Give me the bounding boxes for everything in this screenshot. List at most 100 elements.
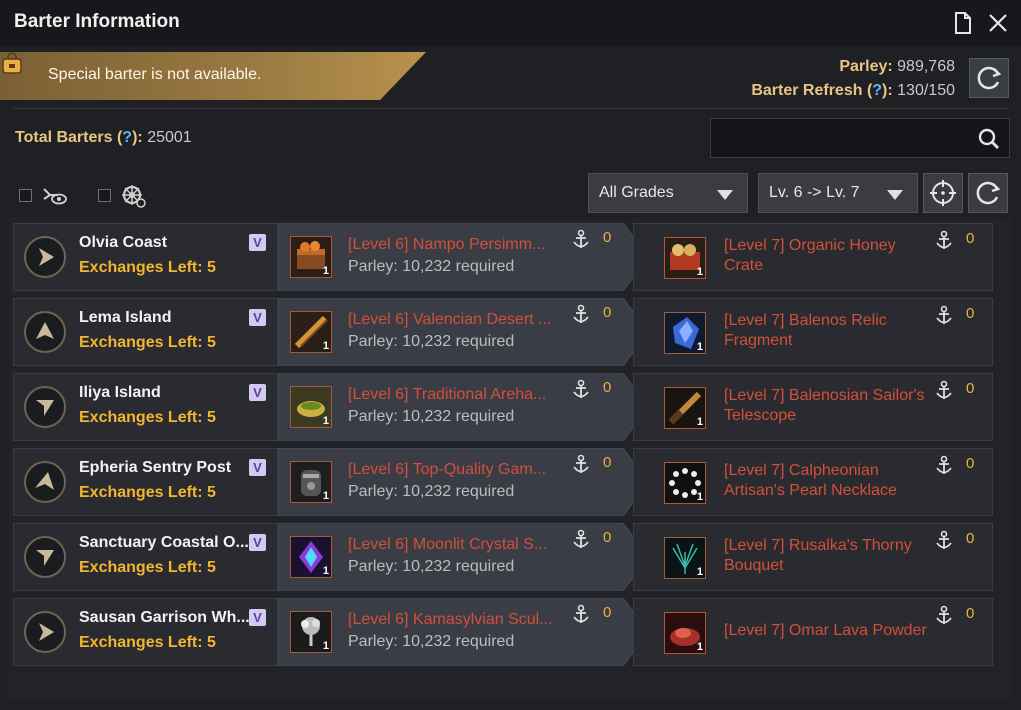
close-icon[interactable]	[985, 10, 1011, 36]
barter-location: Iliya Island	[79, 384, 161, 401]
give-item-cell	[278, 448, 648, 516]
reset-button[interactable]	[968, 173, 1008, 213]
locate-button[interactable]	[923, 173, 963, 213]
anchor-icon	[573, 379, 589, 398]
total-barters-help[interactable]: ?	[122, 129, 132, 146]
give-item-cell	[278, 598, 648, 666]
barter-row[interactable]: Olvia Coast Exchanges Left: 5 V 1 [Level…	[13, 223, 993, 291]
total-barters-value: 25001	[147, 129, 192, 146]
chevron-down-icon	[717, 190, 733, 200]
parley-required: Parley: 10,232 required	[348, 258, 515, 275]
get-count: 0	[966, 455, 975, 472]
verified-badge: V	[249, 384, 266, 401]
give-count: 0	[603, 229, 612, 246]
give-item-cell	[278, 223, 648, 291]
sculpture-icon[interactable]: 1	[290, 611, 332, 653]
get-item-cell: 1 [Level 7] Omar Lava Powder 0	[633, 598, 993, 666]
barter-row[interactable]: Iliya Island Exchanges Left: 5 V 1 [Leve…	[13, 373, 993, 441]
exchanges-left: Exchanges Left: 5	[79, 484, 216, 501]
direction-arrow-icon	[36, 322, 54, 339]
anchor-icon	[936, 380, 952, 399]
barter-row[interactable]: Sausan Garrison Wh... Exchanges Left: 5 …	[13, 598, 993, 666]
barter-location-cell: Lema Island Exchanges Left: 5 V	[13, 298, 278, 366]
pearl-necklace-icon[interactable]: 1	[664, 462, 706, 504]
search-icon[interactable]	[977, 127, 1001, 151]
direction-arrow-icon	[35, 472, 54, 490]
give-item-name: [Level 6] Traditional Areha...	[348, 386, 547, 403]
parley-required: Parley: 10,232 required	[348, 558, 515, 575]
barter-location-cell: Sanctuary Coastal O... Exchanges Left: 5…	[13, 523, 278, 591]
spear-icon[interactable]: 1	[290, 311, 332, 353]
parley-required: Parley: 10,232 required	[348, 333, 515, 350]
filter-checkbox-2[interactable]	[98, 189, 111, 202]
tea-cup-icon[interactable]: 1	[290, 386, 332, 428]
search-input[interactable]	[710, 118, 1010, 158]
honey-crate-icon[interactable]: 1	[664, 237, 706, 279]
window-title: Barter Information	[14, 11, 180, 32]
exchanges-left: Exchanges Left: 5	[79, 559, 216, 576]
anchor-icon	[573, 604, 589, 623]
give-item-name: [Level 6] Moonlit Crystal S...	[348, 536, 548, 553]
barter-refresh-display: Barter Refresh (?): 130/150	[751, 82, 955, 99]
get-item-name: [Level 7] Calpheonian Artisan's Pearl Nec…	[724, 462, 897, 499]
verified-badge: V	[249, 534, 266, 551]
parley-required: Parley: 10,232 required	[348, 483, 515, 500]
barter-row[interactable]: Epheria Sentry Post Exchanges Left: 5 V …	[13, 448, 993, 516]
parley-required: Parley: 10,232 required	[348, 408, 515, 425]
direction-arrow-icon	[36, 400, 54, 416]
anchor-icon	[573, 304, 589, 323]
barter-window: Barter Information Special barter is not…	[0, 0, 1021, 710]
barter-location: Epheria Sentry Post	[79, 459, 232, 476]
telescope-icon[interactable]: 1	[664, 387, 706, 429]
get-count: 0	[966, 230, 975, 247]
barter-location-cell: Olvia Coast Exchanges Left: 5 V	[13, 223, 278, 291]
navigate-button[interactable]	[24, 536, 66, 578]
give-item-name: [Level 6] Valencian Desert ...	[348, 311, 552, 328]
barter-location: Lema Island	[79, 309, 172, 326]
chest-icon[interactable]: 1	[290, 236, 332, 278]
lava-powder-icon[interactable]: 1	[664, 612, 706, 654]
navigate-button[interactable]	[24, 311, 66, 353]
direction-arrow-icon	[39, 623, 54, 641]
barter-refresh-help[interactable]: ?	[872, 82, 882, 99]
crystal-icon[interactable]: 1	[290, 536, 332, 578]
exchanges-left: Exchanges Left: 5	[79, 409, 216, 426]
grade-dropdown[interactable]: All Grades	[588, 173, 748, 213]
chevron-down-icon	[887, 190, 903, 200]
navigate-button[interactable]	[24, 236, 66, 278]
direction-arrow-icon	[36, 550, 54, 566]
anchor-icon	[936, 455, 952, 474]
parley-value: 989,768	[897, 58, 955, 75]
divider	[12, 108, 1008, 109]
give-count: 0	[603, 454, 612, 471]
total-barters: Total Barters (?): 25001	[15, 129, 192, 146]
navigate-button[interactable]	[24, 611, 66, 653]
get-item-cell: 1 [Level 7] Balenosian Sailor's Telescope…	[633, 373, 993, 441]
navigate-button[interactable]	[24, 386, 66, 428]
give-count: 0	[603, 604, 612, 621]
give-item-name: [Level 6] Top-Quality Gam...	[348, 461, 547, 478]
level-dropdown[interactable]: Lv. 6 -> Lv. 7	[758, 173, 918, 213]
give-item-name: [Level 6] Kamasylvian Scul...	[348, 611, 553, 628]
parley-required: Parley: 10,232 required	[348, 633, 515, 650]
jar-icon[interactable]: 1	[290, 461, 332, 503]
total-barters-label: Total Barters	[15, 129, 113, 146]
navigate-button[interactable]	[24, 461, 66, 503]
barter-location: Olvia Coast	[79, 234, 168, 251]
verified-badge: V	[249, 459, 266, 476]
exchanges-left: Exchanges Left: 5	[79, 259, 216, 276]
verified-badge: V	[249, 609, 266, 626]
barter-location: Sanctuary Coastal O...	[79, 534, 249, 551]
anchor-icon	[936, 305, 952, 324]
barter-refresh-button[interactable]	[969, 58, 1009, 98]
anchor-icon	[573, 454, 589, 473]
relic-fragment-icon[interactable]: 1	[664, 312, 706, 354]
barter-row[interactable]: Sanctuary Coastal O... Exchanges Left: 5…	[13, 523, 993, 591]
filter-checkbox-1[interactable]	[19, 189, 32, 202]
barter-location-cell: Iliya Island Exchanges Left: 5 V	[13, 373, 278, 441]
barter-row[interactable]: Lema Island Exchanges Left: 5 V 1 [Level…	[13, 298, 993, 366]
thorny-bouquet-icon[interactable]: 1	[664, 537, 706, 579]
title-bar[interactable]: Barter Information	[0, 0, 1021, 46]
anchor-icon	[573, 529, 589, 548]
document-icon[interactable]	[950, 10, 976, 36]
